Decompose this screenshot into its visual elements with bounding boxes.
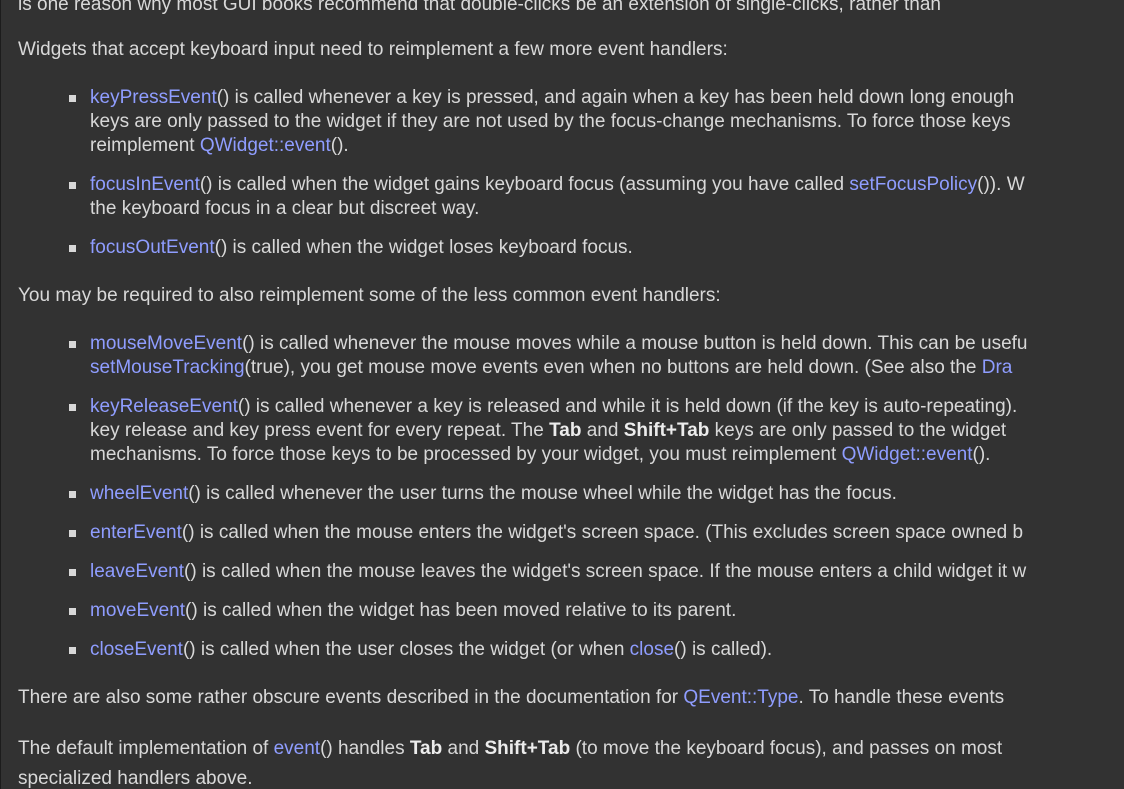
link-moveevent[interactable]: moveEvent — [90, 600, 185, 621]
link-mousemoveevent[interactable]: mouseMoveEvent — [90, 333, 242, 354]
bullet-icon — [69, 245, 76, 252]
list-item-mousemove-line2: setMouseTracking(true), you get mouse mo… — [90, 357, 1013, 378]
link-drag[interactable]: Dra — [982, 357, 1013, 378]
link-focusoutevent[interactable]: focusOutEvent — [90, 237, 215, 258]
list-item-keypress-line1: keyPressEvent() is called whenever a key… — [90, 87, 1015, 108]
key-shift-tab: Shift+Tab — [623, 420, 710, 441]
link-closeevent[interactable]: closeEvent — [90, 639, 183, 660]
link-enterevent[interactable]: enterEvent — [90, 522, 182, 543]
link-event[interactable]: event — [274, 738, 320, 759]
link-focusinevent[interactable]: focusInEvent — [90, 174, 200, 195]
list-item-keyrelease-line1: keyReleaseEvent() is called whenever a k… — [90, 396, 1018, 417]
bullet-icon — [69, 182, 76, 189]
link-close[interactable]: close — [630, 639, 674, 660]
key-tab: Tab — [409, 738, 443, 759]
bullet-icon — [69, 404, 76, 411]
bullet-icon — [69, 491, 76, 498]
documentation-view[interactable]: is one reason why most GUI books recomme… — [0, 0, 1124, 789]
paragraph-obscure-events: There are also some rather obscure event… — [18, 687, 1005, 708]
link-setfocuspolicy[interactable]: setFocusPolicy — [849, 174, 977, 195]
list-item-focusin-line2: the keyboard focus in a clear but discre… — [90, 198, 480, 219]
link-leaveevent[interactable]: leaveEvent — [90, 561, 184, 582]
link-keypressevent[interactable]: keyPressEvent — [90, 87, 217, 108]
paragraph-default-implementation-line1: The default implementation of event() ha… — [18, 738, 1003, 759]
bullet-icon — [69, 647, 76, 654]
key-shift-tab: Shift+Tab — [484, 738, 571, 759]
list-item-keyrelease-line3: mechanisms. To force those keys to be pr… — [90, 444, 991, 465]
link-qevent-type[interactable]: QEvent::Type — [683, 687, 798, 708]
list-item-leave: leaveEvent() is called when the mouse le… — [90, 561, 1027, 582]
link-qwidget-event[interactable]: QWidget::event — [200, 135, 331, 156]
bullet-icon — [69, 608, 76, 615]
list-item-close: closeEvent() is called when the user clo… — [90, 639, 773, 660]
list-item-enter: enterEvent() is called when the mouse en… — [90, 522, 1024, 543]
list-item-mousemove-line1: mouseMoveEvent() is called whenever the … — [90, 333, 1028, 354]
list-item-focusout: focusOutEvent() is called when the widge… — [90, 237, 633, 258]
link-keyreleaseevent[interactable]: keyReleaseEvent — [90, 396, 238, 417]
bullet-icon — [69, 569, 76, 576]
list-item-wheel: wheelEvent() is called whenever the user… — [90, 483, 897, 504]
paragraph-default-implementation-line2: specialized handlers above. — [18, 768, 253, 789]
list-item-move: moveEvent() is called when the widget ha… — [90, 600, 737, 621]
link-wheelevent[interactable]: wheelEvent — [90, 483, 188, 504]
bullet-icon — [69, 341, 76, 348]
list-item-keyrelease-line2: key release and key press event for ever… — [90, 420, 1007, 441]
bullet-icon — [69, 95, 76, 102]
list-item-keypress-line3: reimplement QWidget::event(). — [90, 135, 349, 156]
link-qwidget-event[interactable]: QWidget::event — [842, 444, 973, 465]
paragraph-less-common: You may be required to also reimplement … — [18, 285, 721, 306]
bullet-icon — [69, 530, 76, 537]
list-item-keypress-line2: keys are only passed to the widget if th… — [90, 111, 1011, 132]
list-item-focusin-line1: focusInEvent() is called when the widget… — [90, 174, 1025, 195]
key-tab: Tab — [549, 420, 582, 441]
link-setmousetracking[interactable]: setMouseTracking — [90, 357, 245, 378]
paragraph-fragment: is one reason why most GUI books recomme… — [18, 0, 942, 15]
paragraph-keyboard-input: Widgets that accept keyboard input need … — [18, 39, 728, 60]
